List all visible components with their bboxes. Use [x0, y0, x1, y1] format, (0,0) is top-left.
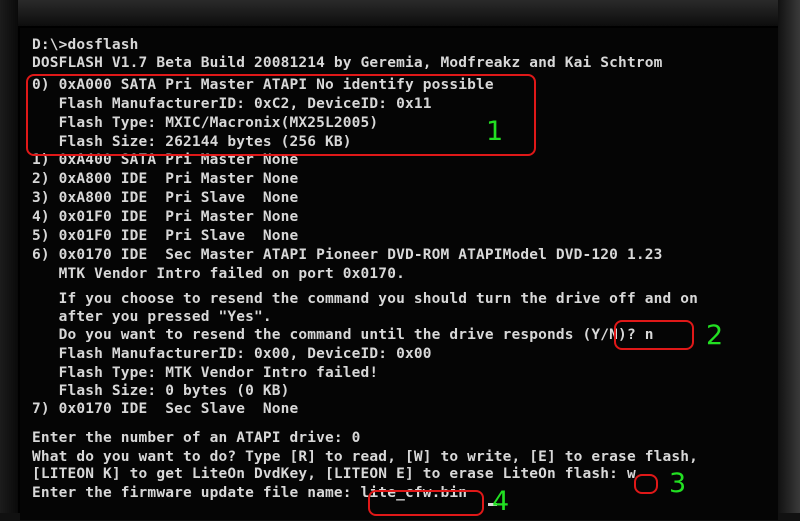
console-line: Do you want to resend the command until …	[32, 327, 654, 343]
monitor-bezel-top	[0, 0, 800, 26]
console-line: Flash Size: 0 bytes (0 KB)	[32, 383, 290, 399]
console-line: 3) 0xA800 IDE Pri Slave None	[32, 190, 299, 206]
annotation-ring-3	[634, 474, 658, 494]
callout-label-2: 2	[706, 320, 724, 351]
callout-label-1: 1	[486, 116, 504, 147]
callout-label-4: 4	[492, 486, 510, 517]
callout-label-3: 3	[669, 468, 687, 499]
console-line: Enter the number of an ATAPI drive: 0	[32, 430, 361, 446]
console-line: 5) 0x01F0 IDE Pri Slave None	[32, 228, 299, 244]
console-line: What do you want to do? Type [R] to read…	[32, 449, 698, 465]
console-line: Flash ManufacturerID: 0x00, DeviceID: 0x…	[32, 346, 432, 362]
console-line: 2) 0xA800 IDE Pri Master None	[32, 171, 299, 187]
console-line: [LITEON K] to get LiteOn DvdKey, [LITEON…	[32, 466, 636, 482]
console-line: after you pressed "Yes".	[32, 309, 272, 325]
annotation-ring-2	[614, 320, 694, 350]
console-line: Flash Type: MTK Vendor Intro failed!	[32, 365, 379, 381]
monitor-bezel-left	[0, 0, 18, 521]
annotation-ring-4	[368, 490, 484, 516]
dos-console-screen[interactable]: D:\>dosflash DOSFLASH V1.7 Beta Build 20…	[20, 28, 778, 520]
monitor-bezel-right	[778, 0, 800, 521]
console-line: DOSFLASH V1.7 Beta Build 20081214 by Ger…	[32, 55, 663, 71]
console-line: If you choose to resend the command you …	[32, 291, 698, 307]
console-line: 6) 0x0170 IDE Sec Master ATAPI Pioneer D…	[32, 247, 663, 263]
console-line: MTK Vendor Intro failed on port 0x0170.	[32, 266, 405, 282]
console-line: 4) 0x01F0 IDE Pri Master None	[32, 209, 299, 225]
console-line: 7) 0x0170 IDE Sec Slave None	[32, 401, 299, 417]
annotation-ring-1	[26, 74, 536, 156]
console-line: D:\>dosflash	[32, 37, 139, 53]
